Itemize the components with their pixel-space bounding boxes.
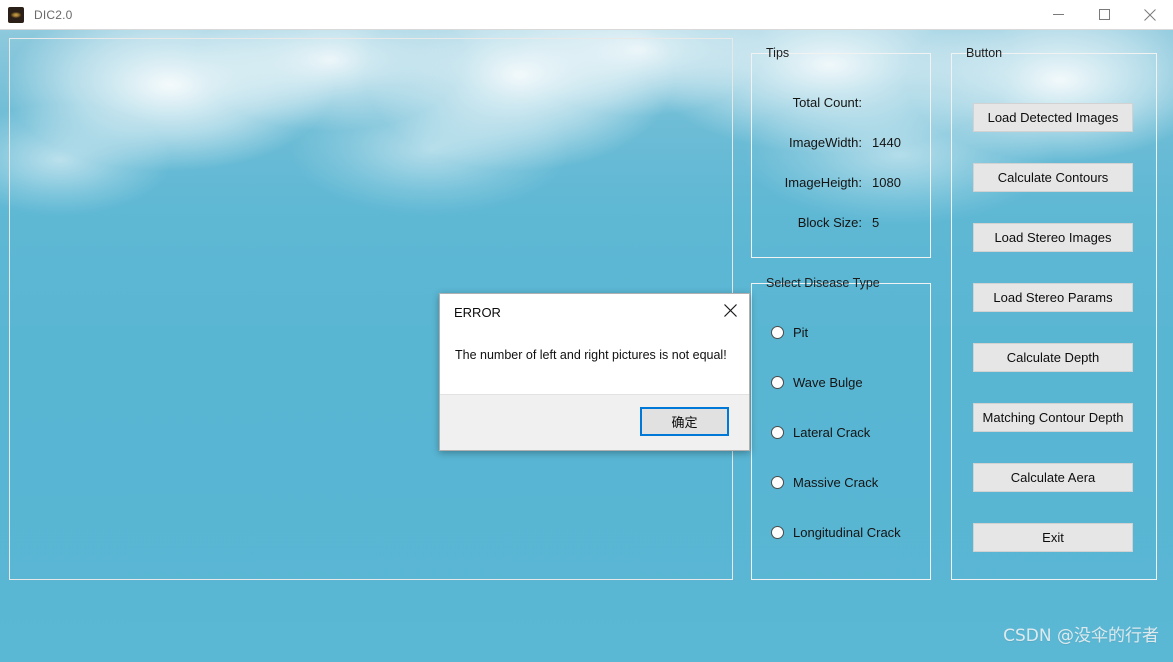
error-dialog-close-icon[interactable] [711,294,749,326]
minimize-icon[interactable] [1035,0,1081,30]
disease-radio-label: Longitudinal Crack [793,525,901,540]
close-icon[interactable] [1127,0,1173,30]
action-button-calculate-depth[interactable]: Calculate Depth [973,343,1133,372]
tips-row-value: 1080 [872,175,901,190]
tips-row-value: 5 [872,215,880,230]
tips-row: ImageHeigth: 1080 [762,175,901,190]
disease-radio-lateral-crack[interactable]: Lateral Crack [771,425,870,440]
disease-radio-massive-crack[interactable]: Massive Crack [771,475,878,490]
tips-row-value: 1440 [872,135,901,150]
disease-radio-longitudinal-crack[interactable]: Longitudinal Crack [771,525,901,540]
error-dialog-message: The number of left and right pictures is… [455,348,727,362]
disease-radio-label: Lateral Crack [793,425,871,440]
action-button-calculate-aera[interactable]: Calculate Aera [973,463,1133,492]
radio-button-icon[interactable] [771,526,784,539]
application-window: DIC2.0 Tips Select Disease Type Button T… [0,0,1173,662]
error-dialog-title: ERROR [454,305,501,320]
app-image-icon [8,6,24,23]
action-button-load-stereo-params[interactable]: Load Stereo Params [973,283,1133,312]
action-button-exit[interactable]: Exit [973,523,1133,552]
window-title: DIC2.0 [34,7,73,22]
radio-button-icon[interactable] [771,326,784,339]
tips-row: ImageWidth: 1440 [762,135,901,150]
error-dialog-ok-button[interactable]: 确定 [640,407,729,436]
tips-group-legend: Tips [762,46,794,60]
button-group: Button [951,46,1157,580]
action-button-load-detected-images[interactable]: Load Detected Images [973,103,1133,132]
tips-row-label: ImageWidth: [789,135,862,150]
disease-radio-label: Pit [793,325,809,340]
button-group-legend: Button [962,46,1007,60]
window-titlebar: DIC2.0 [0,0,1173,30]
radio-button-icon[interactable] [771,376,784,389]
disease-radio-pit[interactable]: Pit [771,325,808,340]
action-button-load-stereo-images[interactable]: Load Stereo Images [973,223,1133,252]
error-dialog-footer: 确定 [440,394,749,450]
action-button-calculate-contours[interactable]: Calculate Contours [973,163,1133,192]
tips-row: Total Count: [762,95,872,110]
tips-row: Block Size: 5 [762,215,880,230]
error-dialog: ERROR The number of left and right pictu… [439,293,750,451]
radio-button-icon[interactable] [771,426,784,439]
disease-radio-label: Massive Crack [793,475,879,490]
disease-radio-label: Wave Bulge [793,375,863,390]
maximize-icon[interactable] [1081,0,1127,30]
radio-button-icon[interactable] [771,476,784,489]
tips-row-label: Block Size: [797,215,862,230]
disease-radio-wave-bulge[interactable]: Wave Bulge [771,375,863,390]
tips-row-label: ImageHeigth: [784,175,862,190]
csdn-watermark: CSDN @没伞的行者 [1003,626,1159,646]
window-controls [1035,0,1173,30]
tips-row-label: Total Count: [792,95,862,110]
action-button-matching-contour-depth[interactable]: Matching Contour Depth [973,403,1133,432]
disease-type-group-legend: Select Disease Type [762,276,884,290]
